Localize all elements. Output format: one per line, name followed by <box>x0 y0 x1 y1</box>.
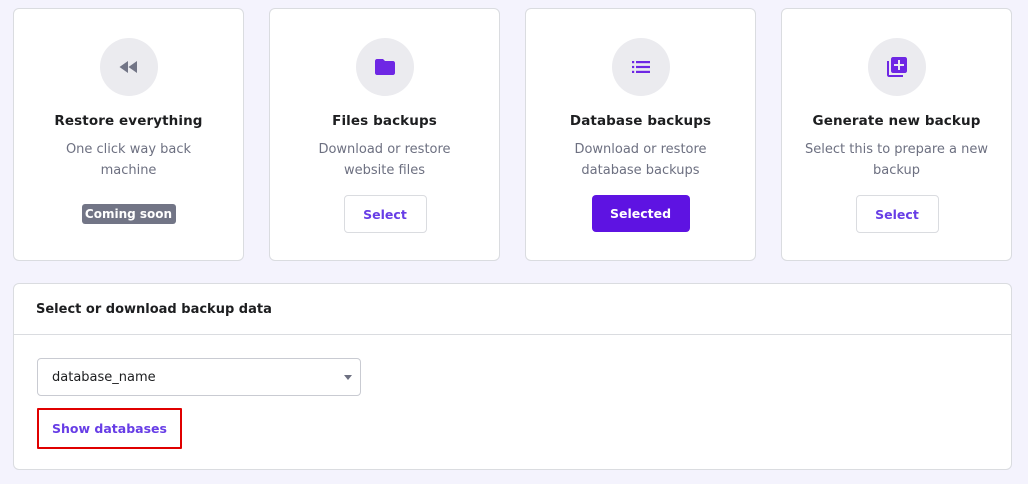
card-title: Files backups <box>332 113 437 129</box>
card-description: Select this to prepare a new backup <box>805 142 988 178</box>
add-box-icon-circle <box>867 38 926 96</box>
folder-icon <box>374 59 395 75</box>
coming-soon-badge: Coming soon <box>81 204 176 224</box>
show-databases-button[interactable]: Show databases <box>37 408 182 449</box>
database-select[interactable]: database_name <box>37 358 361 396</box>
select-generate-backup-button[interactable]: Select <box>855 195 939 233</box>
selected-database-backups-button[interactable]: Selected <box>591 195 690 232</box>
panel-title: Select or download backup data <box>14 284 1011 335</box>
list-icon <box>631 61 650 73</box>
add-box-icon <box>886 57 907 77</box>
card-description: One click way back machine <box>65 142 192 178</box>
rewind-icon <box>119 61 137 73</box>
card-database-backups[interactable]: Database backups Download or restore dat… <box>525 8 756 261</box>
select-files-backups-button[interactable]: Select <box>343 195 427 233</box>
backup-data-panel: Select or download backup data database_… <box>13 283 1012 470</box>
card-title: Database backups <box>569 113 712 129</box>
list-icon-circle <box>611 38 670 96</box>
backups-page: Restore everything One click way back ma… <box>0 0 1028 484</box>
folder-icon-circle <box>355 38 414 96</box>
card-title: Generate new backup <box>812 113 981 129</box>
card-files-backups[interactable]: Files backups Download or restore websit… <box>269 8 500 261</box>
card-title: Restore everything <box>54 113 203 129</box>
rewind-icon-circle <box>99 38 158 96</box>
card-generate-new-backup[interactable]: Generate new backup Select this to prepa… <box>781 8 1012 261</box>
card-description: Download or restore database backups <box>574 142 707 178</box>
card-description: Download or restore website files <box>318 142 451 178</box>
caret-down-icon <box>344 375 352 380</box>
database-select-value: database_name <box>52 369 156 385</box>
card-restore-everything: Restore everything One click way back ma… <box>13 8 244 261</box>
